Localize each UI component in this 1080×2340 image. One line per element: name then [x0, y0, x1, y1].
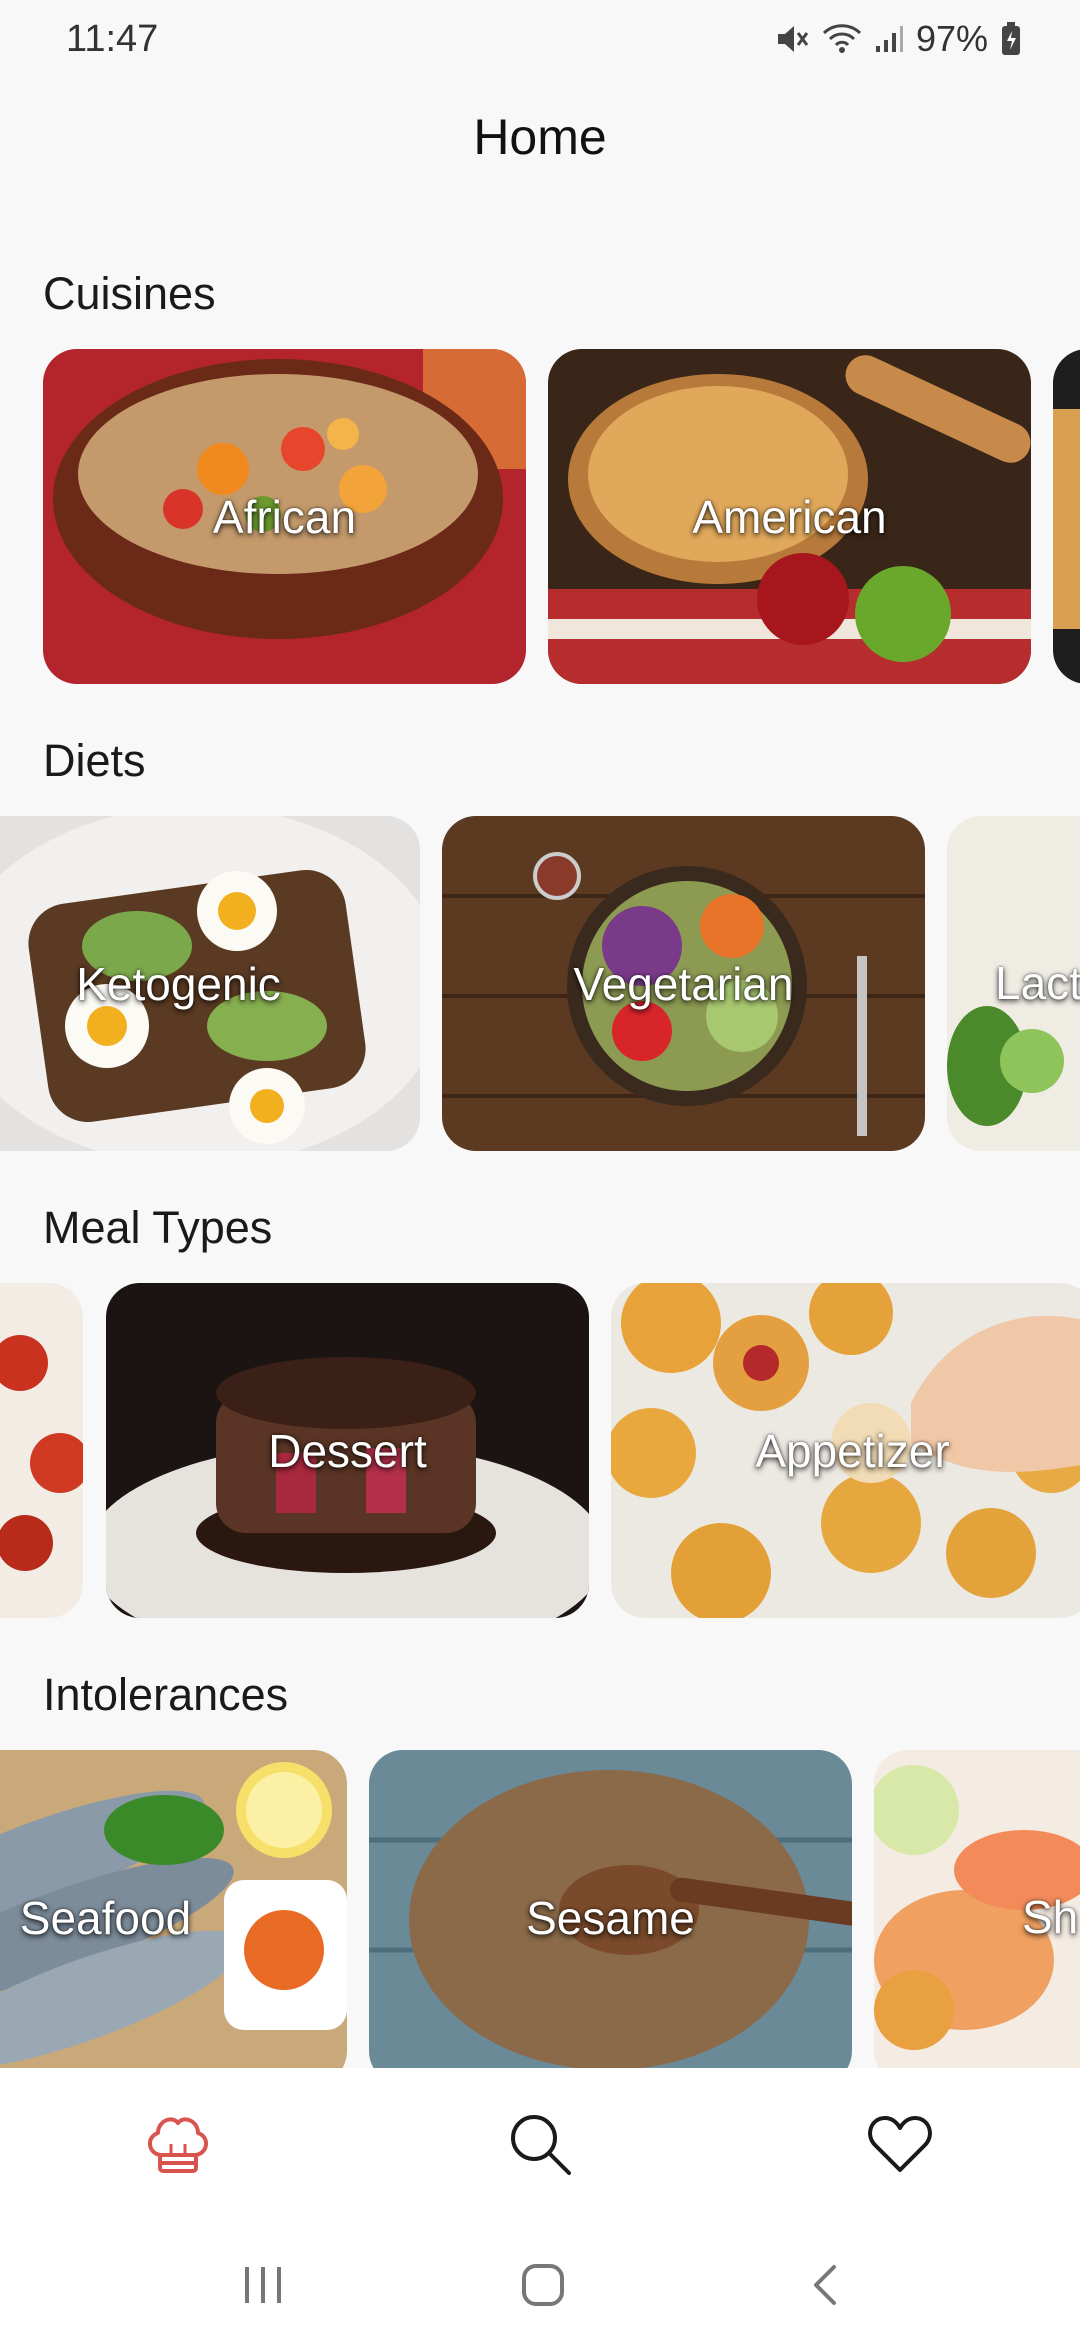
nav-home-button[interactable]: [138, 2106, 218, 2186]
home-button[interactable]: [508, 2252, 578, 2322]
card-label: Vegetarian: [573, 957, 794, 1010]
card-partial[interactable]: [0, 1283, 83, 1618]
card-label: Seafood: [19, 1891, 192, 1944]
card-label: Sh: [1022, 1891, 1079, 1943]
card-sesame[interactable]: Sesame: [369, 1750, 852, 2068]
back-button[interactable]: [790, 2252, 860, 2322]
card-label: Dessert: [268, 1424, 427, 1477]
card-label: African: [212, 490, 357, 543]
mute-icon: [774, 22, 810, 56]
page-title: Home: [473, 109, 607, 165]
chef-hat-icon: [144, 2111, 212, 2182]
back-icon: [810, 2263, 840, 2312]
card-american[interactable]: American: [548, 349, 1031, 684]
card-label: Sesame: [526, 1891, 695, 1944]
card-dessert[interactable]: Dessert: [106, 1283, 589, 1618]
card-ketogenic[interactable]: Ketogenic: [0, 816, 420, 1151]
section-title-cuisines: Cuisines: [43, 268, 216, 319]
signal-icon: [874, 24, 904, 54]
recents-button[interactable]: [228, 2252, 298, 2322]
home-icon: [521, 2263, 565, 2312]
card-label: American: [692, 490, 887, 543]
card-label: Ketogenic: [76, 957, 281, 1010]
card-appetizer[interactable]: Appetizer: [611, 1283, 1080, 1618]
card-label: Appetizer: [755, 1424, 950, 1477]
battery-icon: [1000, 21, 1022, 57]
section-title-intolerances: Intolerances: [43, 1669, 289, 1720]
card-african[interactable]: African: [43, 349, 526, 684]
card-seafood[interactable]: Seafood: [0, 1750, 347, 2068]
section-title-meal-types: Meal Types: [43, 1202, 273, 1253]
section-title-diets: Diets: [43, 735, 146, 786]
food-image: [1053, 349, 1080, 684]
meal-types-row[interactable]: Dessert Appetizer: [0, 1283, 1080, 1618]
battery-text: 97%: [915, 18, 988, 59]
nav-search-button[interactable]: [500, 2106, 580, 2186]
status-icons: 97%: [774, 18, 1022, 60]
wifi-icon: [822, 23, 862, 55]
card-label: Lact: [995, 957, 1080, 1009]
system-nav-bar: [0, 2228, 1080, 2340]
card-lacto[interactable]: Lact: [947, 816, 1080, 1151]
bottom-nav: [0, 2068, 1080, 2228]
card-vegetarian[interactable]: Vegetarian: [442, 816, 925, 1151]
food-image: [0, 1283, 83, 1618]
cuisines-row[interactable]: African American: [0, 349, 1080, 684]
heart-icon: [867, 2114, 933, 2179]
diets-row[interactable]: Ketogenic Vegetarian Lact: [0, 816, 1080, 1151]
card-partial[interactable]: [1053, 349, 1080, 684]
nav-favorites-button[interactable]: [860, 2106, 940, 2186]
card-shellfish[interactable]: Sh: [874, 1750, 1080, 2068]
intolerances-row[interactable]: Seafood Sesame Sh: [0, 1750, 1080, 2068]
search-icon: [507, 2111, 573, 2182]
recents-icon: [241, 2265, 285, 2310]
status-time: 11:47: [66, 18, 159, 60]
status-bar: 11:47 97%: [0, 0, 1080, 84]
